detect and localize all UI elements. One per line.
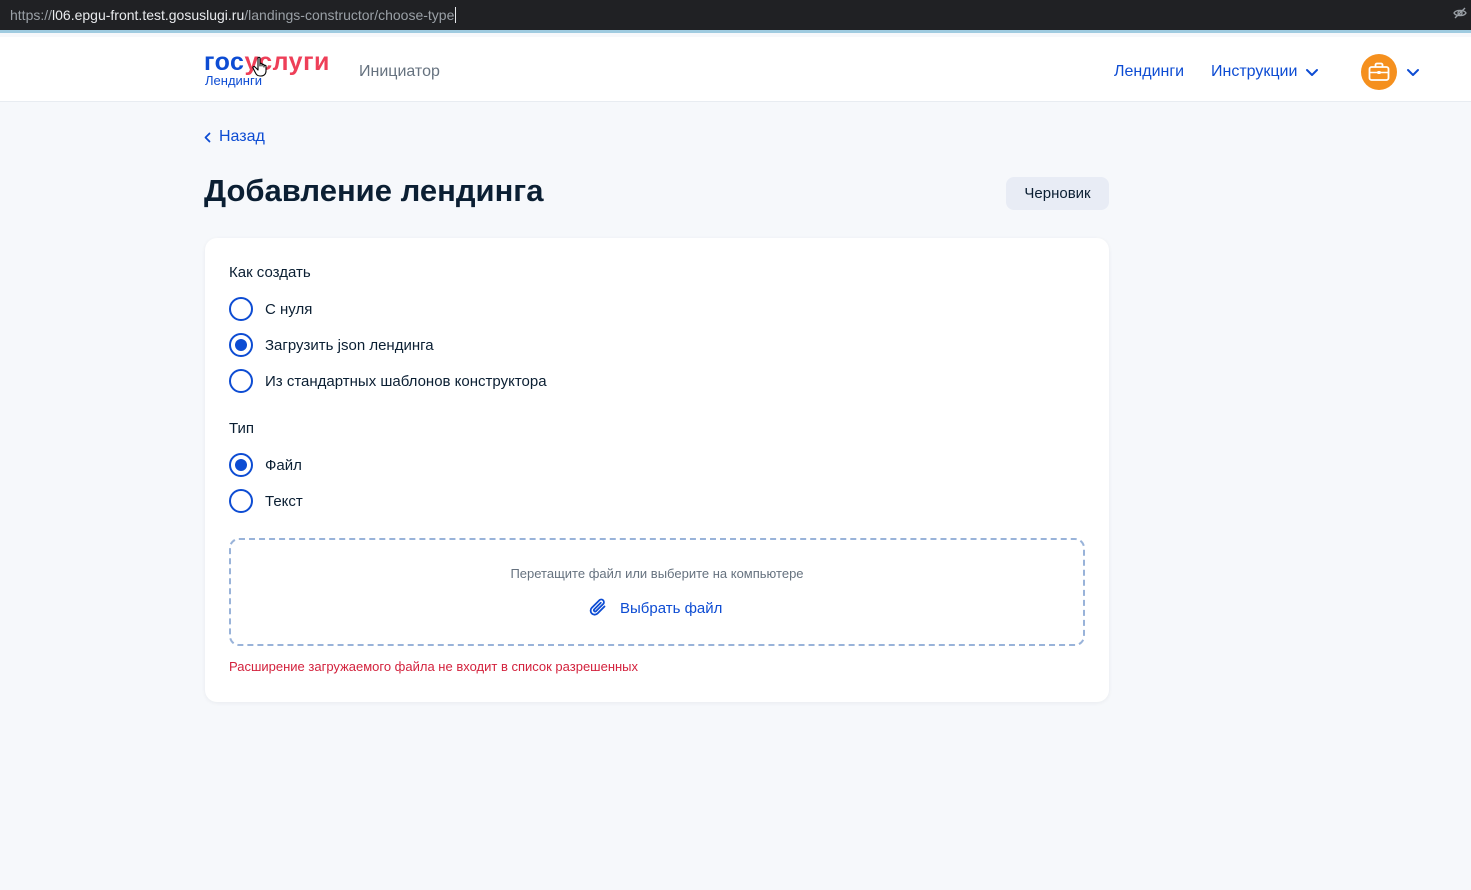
radio-selected-dot bbox=[235, 459, 247, 471]
avatar-chevron-down-icon[interactable] bbox=[1406, 68, 1420, 77]
radio-circle[interactable] bbox=[229, 369, 253, 393]
how-to-create-label: Как создать bbox=[229, 264, 311, 281]
hand-cursor-icon bbox=[252, 56, 267, 77]
choose-file-label: Выбрать файл bbox=[620, 599, 723, 617]
briefcase-icon bbox=[1368, 62, 1390, 81]
radio-from-scratch[interactable]: С нуля bbox=[229, 297, 312, 321]
file-dropzone[interactable]: Перетащите файл или выберите на компьюте… bbox=[229, 538, 1085, 646]
page-title: Добавление лендинга bbox=[204, 173, 544, 208]
radio-circle[interactable] bbox=[229, 297, 253, 321]
radio-upload-json[interactable]: Загрузить json лендинга bbox=[229, 333, 434, 357]
type-label: Тип bbox=[229, 420, 255, 437]
radio-label: С нуля bbox=[265, 300, 313, 318]
chevron-down-icon bbox=[1306, 68, 1319, 76]
radio-label: Из стандартных шаблонов конструктора bbox=[265, 372, 547, 390]
site-header: госуслуги Лендинги Инициатор Лендинги Ин… bbox=[0, 37, 1471, 102]
nav-landings-link[interactable]: Лендинги bbox=[1114, 63, 1184, 81]
browser-address-bar[interactable]: https://l06.epgu-front.test.gosuslugi.ru… bbox=[0, 0, 1471, 30]
back-link[interactable]: Назад bbox=[204, 128, 265, 146]
logo-gos: гос bbox=[204, 48, 245, 76]
paperclip-icon bbox=[589, 598, 606, 616]
radio-label: Текст bbox=[265, 492, 303, 510]
url-path: /landings-constructor/choose-type bbox=[244, 7, 455, 23]
nav-instructions-label: Инструкции bbox=[1211, 63, 1298, 80]
text-caret bbox=[455, 7, 457, 23]
choose-file-button[interactable]: Выбрать файл bbox=[588, 597, 722, 619]
radio-from-templates[interactable]: Из стандартных шаблонов конструктора bbox=[229, 369, 547, 393]
radio-label: Загрузить json лендинга bbox=[265, 336, 434, 354]
radio-circle[interactable] bbox=[229, 333, 253, 357]
back-link-label: Назад bbox=[219, 128, 265, 145]
dropzone-hint: Перетащите файл или выберите на компьюте… bbox=[510, 566, 804, 581]
url-prefix: https:// bbox=[10, 7, 53, 23]
url-domain: l06.epgu-front.test.gosuslugi.ru bbox=[52, 7, 245, 23]
status-badge: Черновик bbox=[1006, 177, 1109, 210]
address-bar-accent-line bbox=[0, 30, 1471, 33]
user-role-label: Инициатор bbox=[359, 63, 440, 80]
user-avatar[interactable] bbox=[1361, 54, 1397, 90]
eye-off-icon[interactable] bbox=[1453, 6, 1467, 20]
file-error-message: Расширение загружаемого файла не входит … bbox=[229, 659, 639, 674]
chevron-left-icon bbox=[204, 132, 211, 142]
radio-type-file[interactable]: Файл bbox=[229, 453, 302, 477]
radio-selected-dot bbox=[235, 339, 247, 351]
create-landing-card: Как создать С нуля Загрузить json лендин… bbox=[205, 238, 1109, 702]
radio-circle[interactable] bbox=[229, 453, 253, 477]
nav-instructions-dropdown[interactable]: Инструкции bbox=[1211, 63, 1319, 81]
radio-type-text[interactable]: Текст bbox=[229, 489, 303, 513]
radio-label: Файл bbox=[265, 456, 302, 474]
radio-circle[interactable] bbox=[229, 489, 253, 513]
